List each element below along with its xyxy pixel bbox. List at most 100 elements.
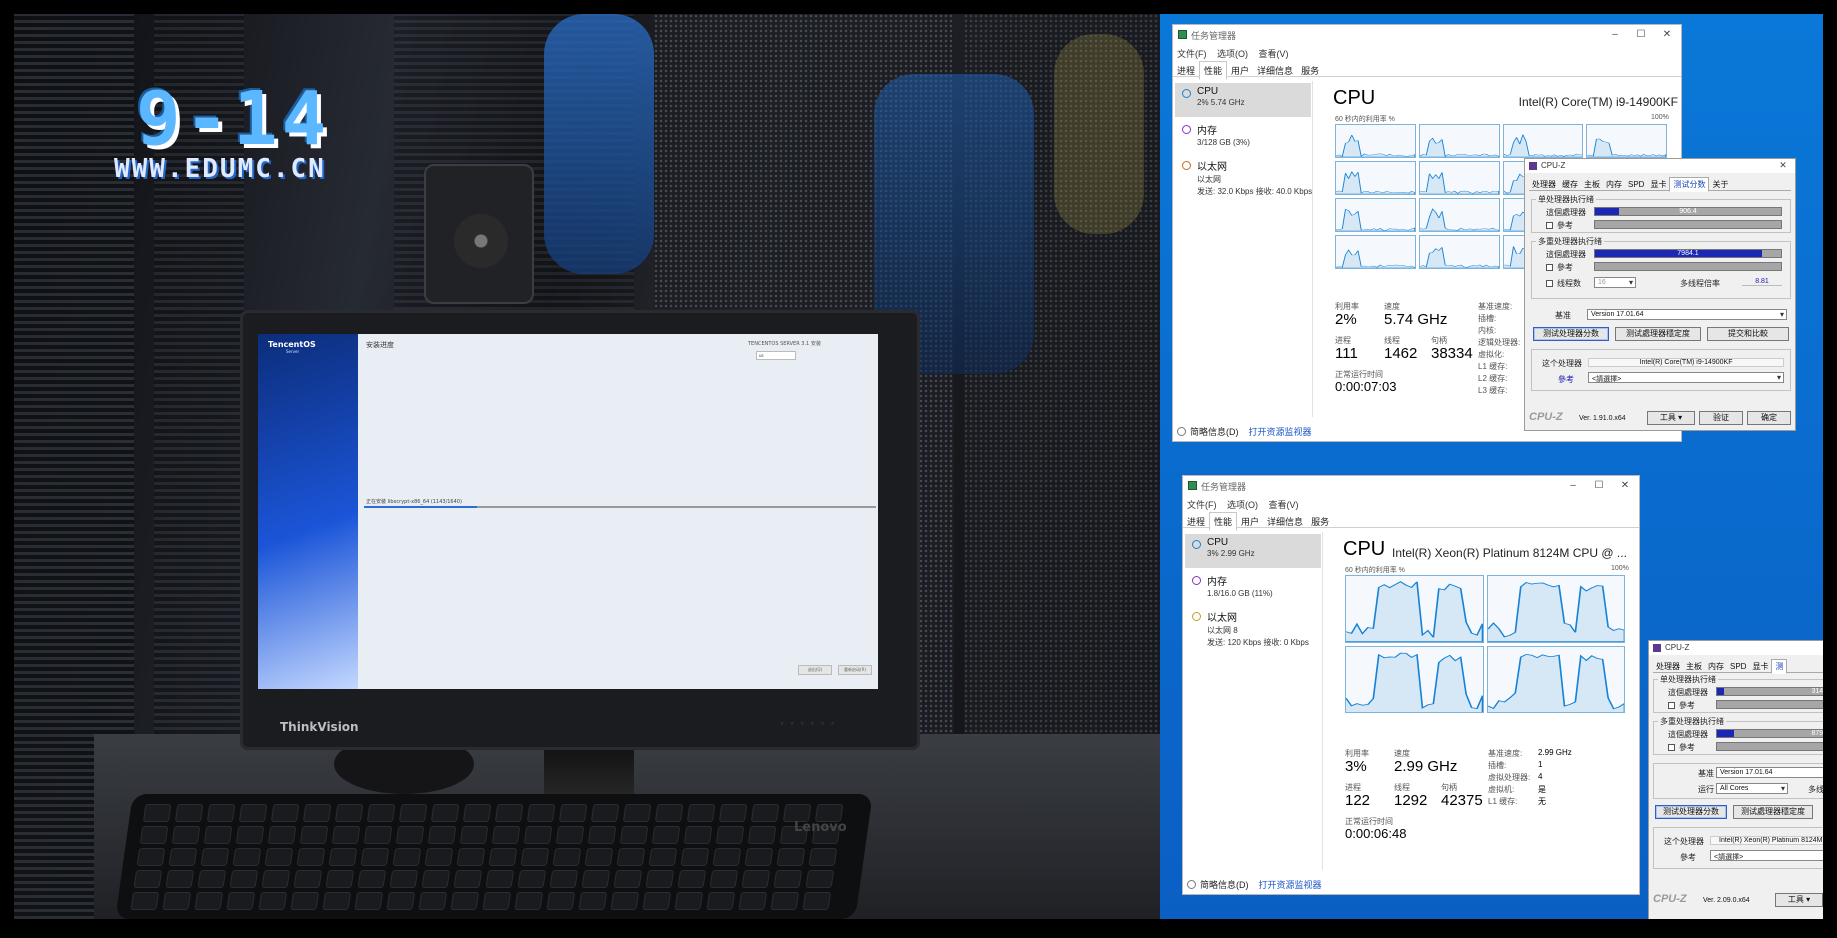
cpuz-tab-processor[interactable]: 处理器 — [1653, 660, 1683, 673]
keyboard-key — [300, 826, 329, 844]
tab-details[interactable]: 详细信息 — [1263, 513, 1307, 530]
bench-cpu-button[interactable]: 测试处理器分数 — [1533, 327, 1609, 341]
cpuz-tab-mainboard[interactable]: 主板 — [1581, 178, 1603, 191]
keyboard-key — [290, 892, 319, 910]
cpu-heading: CPU — [1343, 538, 1385, 561]
reference-select[interactable]: <請選擇> — [1588, 372, 1784, 383]
keyboard-key — [332, 826, 361, 844]
brief-info-button[interactable]: 简略信息(D) — [1200, 880, 1249, 890]
close-icon[interactable]: ✕ — [1655, 27, 1679, 43]
ref-checkbox[interactable] — [1668, 744, 1675, 751]
spec-value: 无 — [1538, 796, 1546, 807]
keyboard-key — [457, 848, 486, 866]
ref-checkbox[interactable] — [1668, 702, 1675, 709]
menu-options[interactable]: 选项(O) — [1227, 500, 1258, 510]
keyboard-key — [265, 848, 294, 866]
keyboard-key — [322, 892, 351, 910]
sidebar-item-cpu[interactable]: CPU 3% 2.99 GHz — [1185, 534, 1321, 568]
cpuz-tab-cache[interactable]: 缓存 — [1559, 178, 1581, 191]
cpuz-tab-processor[interactable]: 处理器 — [1529, 178, 1559, 191]
keyboard-key — [143, 804, 172, 822]
bench-cpu-button[interactable]: 测试处理器分数 — [1655, 805, 1727, 819]
cpuz-tab-memory[interactable]: 内存 — [1603, 178, 1625, 191]
cpuz-tab-spd[interactable]: SPD — [1727, 661, 1749, 672]
stress-cpu-button[interactable]: 测试處理器穩定度 — [1733, 805, 1813, 819]
tab-processes[interactable]: 进程 — [1183, 513, 1209, 530]
cpuz-tab-spd[interactable]: SPD — [1625, 179, 1647, 190]
cpuz-tab-graphics[interactable]: 显卡 — [1647, 178, 1669, 191]
cpuz-tab-bench[interactable]: 测 — [1771, 659, 1787, 674]
threads-checkbox[interactable] — [1546, 280, 1553, 287]
tab-users[interactable]: 用户 — [1227, 62, 1253, 79]
menu-file[interactable]: 文件(F) — [1177, 49, 1207, 59]
sidebar-item-memory[interactable]: 内存 1.8/16.0 GB (11%) — [1185, 570, 1321, 604]
cpuz-tab-graphics[interactable]: 显卡 — [1749, 660, 1771, 673]
threads-select[interactable]: 16 — [1594, 277, 1636, 288]
installer-reboot-button[interactable]: 重新启动(R) — [838, 665, 872, 675]
keyboard-key — [655, 804, 684, 822]
keyboard-key — [649, 848, 678, 866]
cpuz-tab-about[interactable]: 关于 — [1709, 178, 1731, 191]
keyboard-key — [294, 870, 323, 888]
performance-sidebar: CPU 2% 5.74 GHz 内存 3/128 GB (3%) 以太网 以太网… — [1173, 81, 1313, 417]
task-manager-icon — [1178, 30, 1187, 39]
spec-value: 1 — [1538, 760, 1542, 769]
reference-label: 參考 — [1558, 374, 1574, 385]
core-graph — [1419, 161, 1500, 195]
tab-details[interactable]: 详细信息 — [1253, 62, 1297, 79]
keyboard-key — [751, 804, 780, 822]
minimize-icon[interactable]: – — [1561, 478, 1585, 494]
menu-view[interactable]: 查看(V) — [1259, 49, 1289, 59]
tab-performance[interactable]: 性能 — [1209, 512, 1237, 531]
menu-options[interactable]: 选项(O) — [1217, 49, 1248, 59]
thinkvision-monitor: TencentOS Server 安装进度 TENCENTOS SERVER 3… — [240, 310, 920, 750]
tab-processes[interactable]: 进程 — [1173, 62, 1199, 79]
sidebar-item-ethernet[interactable]: 以太网 以太网 发送: 32.0 Kbps 接收: 40.0 Kbps — [1175, 155, 1311, 201]
brief-info-button[interactable]: 简略信息(D) — [1190, 427, 1239, 437]
tools-button[interactable]: 工具 ▾ — [1775, 893, 1823, 907]
keyboard-key — [706, 892, 735, 910]
ref-checkbox[interactable] — [1546, 264, 1553, 271]
tab-users[interactable]: 用户 — [1237, 513, 1263, 530]
stress-cpu-button[interactable]: 测试處理器穩定度 — [1615, 327, 1701, 341]
ok-button[interactable]: 确定 — [1747, 411, 1791, 425]
baseline-label: 基准 — [1698, 768, 1714, 779]
tab-services[interactable]: 服务 — [1307, 513, 1333, 530]
menu-view[interactable]: 查看(V) — [1269, 500, 1299, 510]
close-icon[interactable]: ✕ — [1771, 158, 1795, 172]
sidebar-item-sub: 3% 2.99 GHz — [1207, 549, 1321, 558]
tab-performance[interactable]: 性能 — [1199, 61, 1227, 80]
ref-checkbox[interactable] — [1546, 222, 1553, 229]
sidebar-item-sub: 1.8/16.0 GB (11%) — [1207, 589, 1321, 598]
open-resource-monitor-link[interactable]: 打开资源监视器 — [1249, 427, 1312, 437]
baseline-select[interactable]: Version 17.01.64 — [1716, 767, 1823, 778]
cpuz-tab-memory[interactable]: 内存 — [1705, 660, 1727, 673]
cpuz-tab-bench[interactable]: 测试分数 — [1669, 177, 1709, 192]
installer-quit-button[interactable]: 退出(Q) — [798, 665, 832, 675]
cpuz-tab-mainboard[interactable]: 主板 — [1683, 660, 1705, 673]
sidebar-item-cpu[interactable]: CPU 2% 5.74 GHz — [1175, 83, 1311, 117]
memory-graph-icon — [1192, 576, 1201, 585]
ref-score-bar — [1716, 742, 1823, 751]
sidebar-item-ethernet[interactable]: 以太网 以太网 8 发送: 120 Kbps 接收: 0 Kbps — [1185, 606, 1321, 652]
tab-services[interactable]: 服务 — [1297, 62, 1323, 79]
submit-compare-button[interactable]: 提交和比較 — [1707, 327, 1789, 341]
menubar: 文件(F) 选项(O) 查看(V) — [1187, 498, 1307, 511]
proc-value: 122 — [1345, 792, 1370, 809]
maximize-icon[interactable]: ☐ — [1629, 27, 1653, 43]
run-select[interactable]: All Cores — [1716, 783, 1788, 794]
menu-file[interactable]: 文件(F) — [1187, 500, 1217, 510]
sidebar-item-memory[interactable]: 内存 3/128 GB (3%) — [1175, 119, 1311, 153]
tools-button[interactable]: 工具 ▾ — [1647, 411, 1695, 425]
open-resource-monitor-link[interactable]: 打开资源监视器 — [1259, 880, 1322, 890]
tencentos-logo-sub: Server — [286, 349, 299, 354]
close-icon[interactable]: ✕ — [1613, 478, 1637, 494]
keyboard-key — [463, 804, 492, 822]
maximize-icon[interactable]: ☐ — [1587, 478, 1611, 494]
validate-button[interactable]: 验证 — [1699, 411, 1743, 425]
core-graph — [1345, 646, 1484, 714]
reference-select[interactable]: <請選擇> — [1710, 850, 1823, 861]
this-processor-value: Intel(R) Core(TM) i9-14900KF — [1588, 358, 1784, 367]
baseline-select[interactable]: Version 17.01.64 — [1587, 309, 1787, 320]
minimize-icon[interactable]: – — [1603, 27, 1627, 43]
